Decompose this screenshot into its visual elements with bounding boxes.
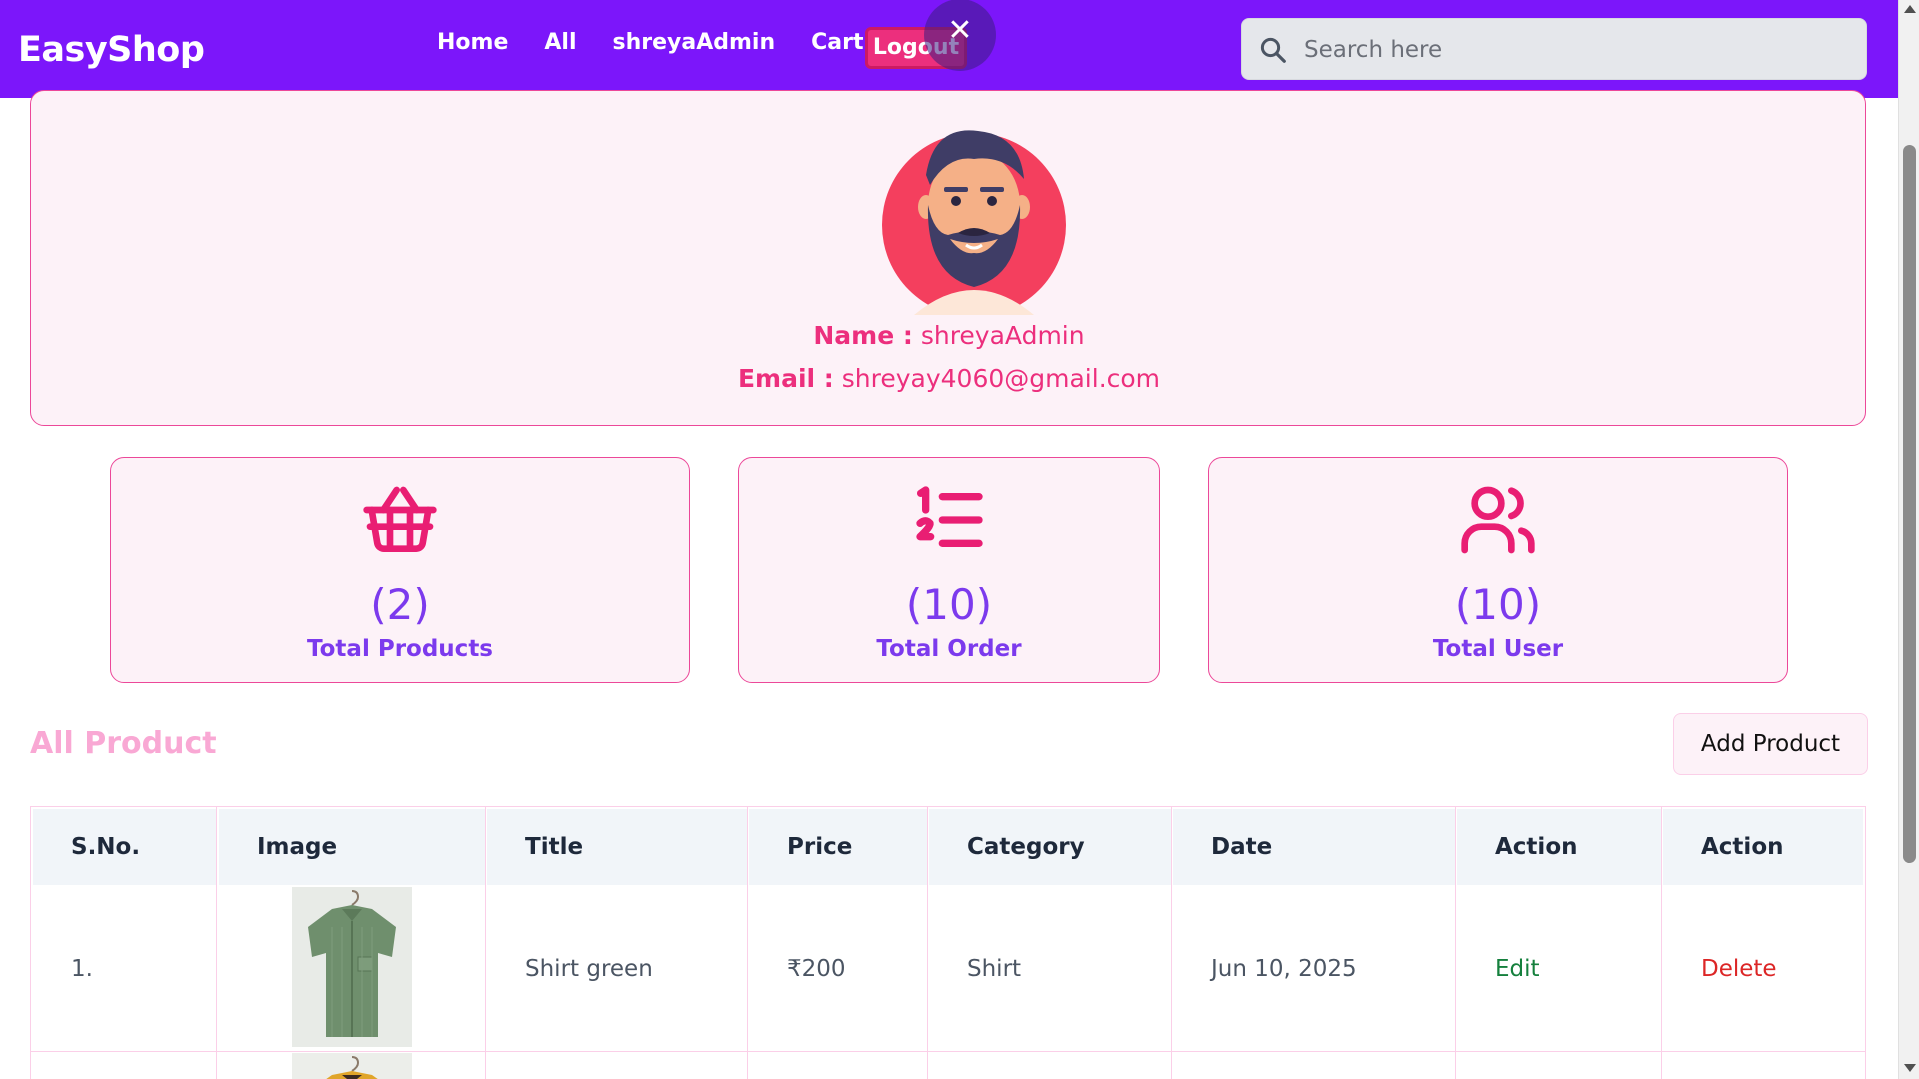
column-divider <box>1171 807 1172 1079</box>
nav-links: Home All shreyaAdmin Cart <box>437 28 899 58</box>
cell-sno: 1. <box>71 956 93 982</box>
scrollbar-thumb[interactable] <box>1903 145 1916 863</box>
product-image-next[interactable] <box>292 1053 412 1079</box>
section-title-all-product: All Product <box>30 726 217 761</box>
cell-category: Shirt <box>967 956 1022 982</box>
delete-link[interactable]: Delete <box>1701 956 1777 982</box>
close-overlay-button[interactable]: ✕ <box>924 0 996 71</box>
column-header-price: Price <box>749 809 927 885</box>
basket-icon <box>363 486 437 552</box>
profile-name-value: shreyaAdmin <box>920 321 1085 350</box>
page: EasyShop Home All shreyaAdmin Cart Logou… <box>0 0 1898 1079</box>
profile-email: Email : shreyay4060@gmail.com <box>31 364 1867 393</box>
scroll-down-arrow-icon[interactable] <box>1904 1064 1916 1072</box>
search-input[interactable] <box>1302 29 1846 71</box>
column-header-date: Date <box>1173 809 1455 885</box>
column-header-action-edit: Action <box>1457 809 1661 885</box>
close-icon: ✕ <box>947 13 973 48</box>
cell-price: ₹200 <box>787 956 846 982</box>
list-ordered-icon <box>916 486 983 547</box>
cell-date: Jun 10, 2025 <box>1211 956 1357 982</box>
brand-logo[interactable]: EasyShop <box>18 30 205 70</box>
add-product-button[interactable]: Add Product <box>1673 713 1868 775</box>
table-header: S.No. Image Title Price Category Date Ac… <box>31 807 1865 885</box>
profile-name-label: Name : <box>813 321 913 350</box>
column-header-image: Image <box>219 809 485 885</box>
table-row: 1. Shirt green ₹200 Shirt Jun 10, 2025 E… <box>31 887 1865 1052</box>
stat-count-products: (2) <box>370 580 430 629</box>
nav-link-cart[interactable]: Cart <box>811 28 863 58</box>
users-icon <box>1461 486 1535 554</box>
nav-link-user[interactable]: shreyaAdmin <box>612 28 775 58</box>
navbar: EasyShop Home All shreyaAdmin Cart Logou… <box>0 0 1898 98</box>
stat-label-products: Total Products <box>307 636 493 662</box>
cell-action-delete: Delete <box>1663 887 1777 1051</box>
stat-count-orders: (10) <box>905 580 993 629</box>
column-header-category: Category <box>929 809 1171 885</box>
edit-link[interactable]: Edit <box>1495 956 1540 982</box>
profile-email-label: Email : <box>737 364 834 393</box>
column-divider <box>1455 807 1456 1079</box>
column-divider <box>485 807 486 1079</box>
cell-title: Shirt green <box>525 956 653 982</box>
scroll-up-arrow-icon[interactable] <box>1904 5 1916 13</box>
vertical-scrollbar[interactable] <box>1898 0 1919 1079</box>
stat-card-products: (2) Total Products <box>110 457 690 683</box>
column-divider <box>216 807 217 1079</box>
products-table: S.No. Image Title Price Category Date Ac… <box>30 806 1866 1079</box>
column-header-sno: S.No. <box>33 809 216 885</box>
profile-card: Name : shreyaAdmin Email : shreyay4060@g… <box>30 90 1866 426</box>
stat-card-users: (10) Total User <box>1208 457 1788 683</box>
profile-email-value: shreyay4060@gmail.com <box>841 364 1161 393</box>
cell-action-edit: Edit <box>1457 887 1540 1051</box>
stat-label-orders: Total Order <box>876 636 1022 662</box>
product-image[interactable] <box>292 887 412 1047</box>
profile-name: Name : shreyaAdmin <box>31 321 1867 350</box>
stat-label-users: Total User <box>1432 636 1564 662</box>
column-divider <box>927 807 928 1079</box>
column-divider <box>1661 807 1662 1079</box>
nav-link-all[interactable]: All <box>544 28 576 58</box>
avatar <box>882 130 1066 315</box>
stat-count-users: (10) <box>1454 580 1542 629</box>
column-divider <box>747 807 748 1079</box>
search-icon <box>1260 37 1286 63</box>
column-header-title: Title <box>487 809 747 885</box>
stat-card-orders: (10) Total Order <box>738 457 1160 683</box>
column-header-action-delete: Action <box>1663 809 1863 885</box>
nav-link-home[interactable]: Home <box>437 28 508 58</box>
search-box <box>1241 18 1867 80</box>
